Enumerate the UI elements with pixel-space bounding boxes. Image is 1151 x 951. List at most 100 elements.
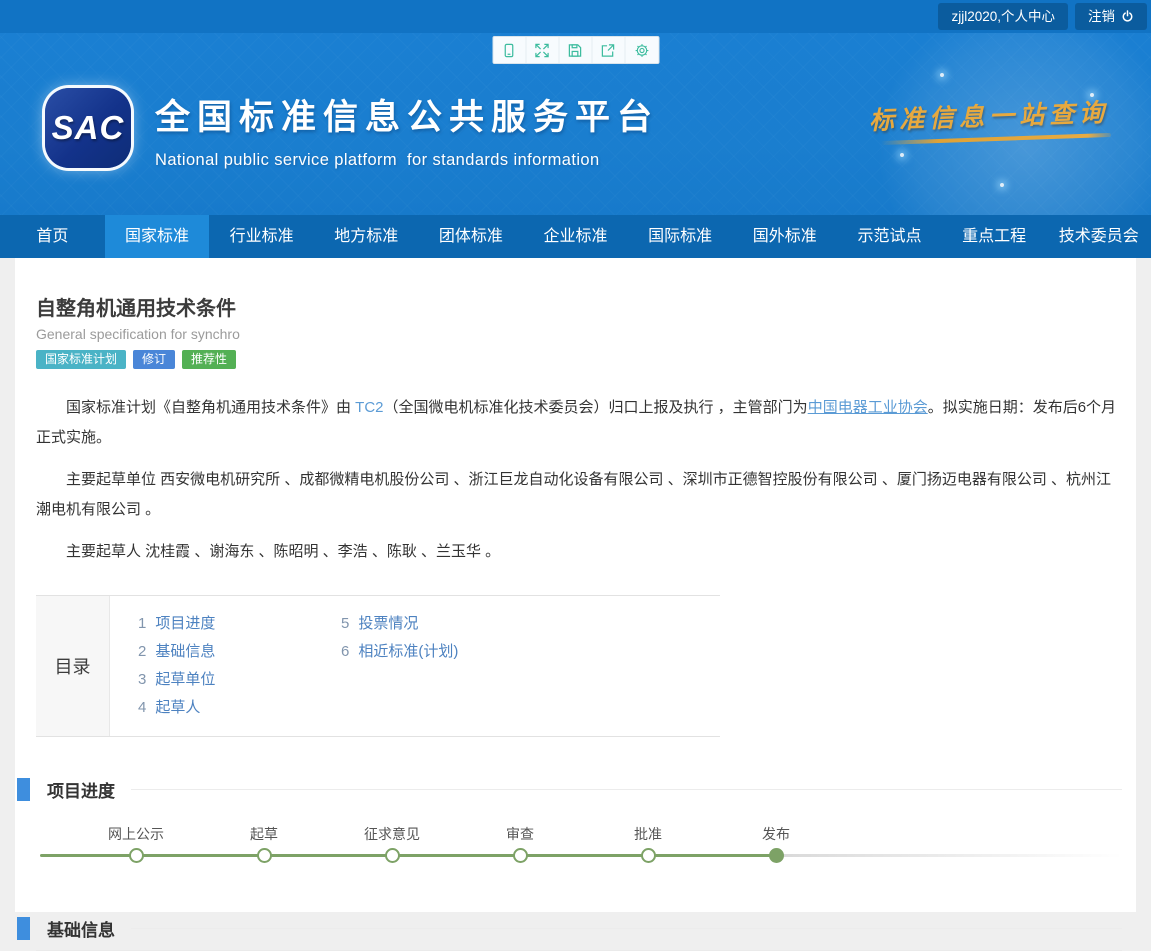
badge-revision: 修订 (133, 350, 175, 369)
share-icon[interactable] (592, 37, 625, 63)
toc: 目录 1 项目进度 2 基础信息 3 起草单位 4 起草人 5 投票情况 6 相近标准(计划… (36, 595, 720, 737)
nav-item-home[interactable]: 首页 (0, 215, 105, 258)
main-nav: 首页 国家标准 行业标准 地方标准 团体标准 企业标准 国际标准 国外标准 示范… (0, 215, 1151, 258)
nav-item-enterprise-standards[interactable]: 企业标准 (523, 215, 628, 258)
badge-row: 国家标准计划 修订 推荐性 (36, 350, 1122, 369)
topbar: zjjl2020,个人中心 注销 (0, 0, 1151, 33)
header-toolbar (492, 36, 659, 64)
toc-link-label: 相近标准(计划) (358, 643, 458, 660)
toc-num: 5 (341, 615, 349, 632)
user-menu-label: zjjl2020,个人中心 (951, 3, 1055, 30)
step-dot (641, 848, 656, 863)
nav-item-technical-committees[interactable]: 技术委员会 (1046, 215, 1151, 258)
settings-icon[interactable] (625, 37, 658, 63)
nav-item-group-standards[interactable]: 团体标准 (419, 215, 524, 258)
progress-timeline: 网上公示 起草 征求意见 审查 批准 发布 (36, 824, 1122, 872)
toc-link-label: 项目进度 (155, 615, 215, 632)
section-title-progress: 项目进度 (47, 777, 115, 802)
intro-text-pre: 国家标准计划《自整角机通用技术条件》由 (66, 399, 355, 416)
sac-logo: SAC (45, 88, 131, 168)
nav-item-national-standards[interactable]: 国家标准 (105, 215, 210, 258)
intro-text-mid: （全国微电机标准化技术委员会）归口上报及执行 ，主管部门为 (384, 399, 808, 416)
drafters-paragraph: 主要起草人 沈桂霞 、谢海东 、陈昭明 、李浩 、陈耿 、兰玉华 。 (36, 537, 1122, 567)
intro-paragraphs: 国家标准计划《自整角机通用技术条件》由 TC2（全国微电机标准化技术委员会）归口… (36, 393, 1122, 567)
toc-column-1: 1 项目进度 2 基础信息 3 起草单位 4 起草人 (138, 610, 341, 722)
toc-item-basic-info: 2 基础信息 (138, 638, 341, 666)
step-label: 批准 (634, 824, 662, 844)
brand-text: 全国标准信息公共服务平台 National public service pla… (155, 89, 659, 170)
timeline-step-announcement: 网上公示 (108, 824, 164, 863)
toc-link-label: 基础信息 (155, 643, 215, 660)
step-dot (129, 848, 144, 863)
nav-item-international-standards[interactable]: 国际标准 (628, 215, 733, 258)
section-rule (131, 928, 1122, 929)
step-dot (385, 848, 400, 863)
tc2-link[interactable]: TC2 (355, 399, 383, 416)
toc-item-drafters: 4 起草人 (138, 694, 341, 722)
user-menu-button[interactable]: zjjl2020,个人中心 (938, 3, 1068, 30)
toc-num: 4 (138, 699, 146, 716)
toc-item-progress: 1 项目进度 (138, 610, 341, 638)
step-dot (513, 848, 528, 863)
content-card: 自整角机通用技术条件 General specification for syn… (15, 258, 1136, 912)
drafting-units-paragraph: 主要起草单位 西安微电机研究所 、成都微精电机股份公司 、浙江巨龙自动化设备有限… (36, 465, 1122, 525)
toc-item-similar-standards: 6 相近标准(计划) (341, 638, 458, 666)
timeline-step-review: 审查 (506, 824, 534, 863)
toc-link-label: 起草单位 (155, 671, 215, 688)
toc-item-voting: 5 投票情况 (341, 610, 458, 638)
toc-columns: 1 项目进度 2 基础信息 3 起草单位 4 起草人 5 投票情况 6 相近标准(计划) (110, 596, 720, 736)
sac-logo-text: SAC (52, 109, 125, 147)
toc-num: 1 (138, 615, 146, 632)
toc-item-drafting-units: 3 起草单位 (138, 666, 341, 694)
toc-column-2: 5 投票情况 6 相近标准(计划) (341, 610, 458, 722)
timeline-step-publication: 发布 (762, 824, 790, 863)
toc-link-progress[interactable]: 1 项目进度 (138, 615, 215, 632)
spark-decoration (940, 73, 944, 77)
timeline-line-remaining (778, 854, 1123, 857)
step-label: 审查 (506, 824, 534, 844)
step-dot (257, 848, 272, 863)
badge-recommended: 推荐性 (182, 350, 236, 369)
logout-label: 注销 (1088, 3, 1115, 30)
section-marker (17, 778, 30, 801)
nav-item-foreign-standards[interactable]: 国外标准 (732, 215, 837, 258)
page-subtitle-en: General specification for synchro (36, 326, 1122, 342)
nav-item-industry-standards[interactable]: 行业标准 (209, 215, 314, 258)
nav-item-local-standards[interactable]: 地方标准 (314, 215, 419, 258)
toc-num: 6 (341, 643, 349, 660)
toc-num: 2 (138, 643, 146, 660)
page-title: 自整角机通用技术条件 (36, 292, 1122, 321)
timeline-step-drafting: 起草 (250, 824, 278, 863)
toc-link-label: 起草人 (155, 699, 200, 716)
ministry-link[interactable]: 中国电器工业协会 (808, 399, 928, 416)
section-title-basic-info: 基础信息 (47, 916, 115, 941)
site-title: 全国标准信息公共服务平台 (155, 89, 659, 140)
toc-num: 3 (138, 671, 146, 688)
intro-paragraph: 国家标准计划《自整角机通用技术条件》由 TC2（全国微电机标准化技术委员会）归口… (36, 393, 1122, 453)
fullscreen-icon[interactable] (526, 37, 559, 63)
badge-plan-type: 国家标准计划 (36, 350, 126, 369)
toc-link-voting[interactable]: 5 投票情况 (341, 615, 418, 632)
power-icon (1121, 10, 1134, 23)
toc-label: 目录 (36, 596, 110, 736)
section-header-progress: 项目进度 (36, 777, 1122, 802)
toc-link-drafting-units[interactable]: 3 起草单位 (138, 671, 215, 688)
step-label: 起草 (250, 824, 278, 844)
site-subtitle: National public service platform for sta… (155, 151, 659, 170)
mobile-icon[interactable] (493, 37, 526, 63)
toc-link-label: 投票情况 (358, 615, 418, 632)
step-label: 网上公示 (108, 824, 164, 844)
toc-link-drafters[interactable]: 4 起草人 (138, 699, 200, 716)
section-marker (17, 917, 30, 940)
nav-item-key-projects[interactable]: 重点工程 (942, 215, 1047, 258)
toc-link-basic-info[interactable]: 2 基础信息 (138, 643, 215, 660)
nav-item-pilot-demos[interactable]: 示范试点 (837, 215, 942, 258)
spark-decoration (900, 153, 904, 157)
step-dot (769, 848, 784, 863)
spark-decoration (1000, 183, 1004, 187)
save-icon[interactable] (559, 37, 592, 63)
section-header-basic-info: 基础信息 (36, 916, 1122, 941)
logout-button[interactable]: 注销 (1075, 3, 1147, 30)
step-label: 征求意见 (364, 824, 420, 844)
toc-link-similar-standards[interactable]: 6 相近标准(计划) (341, 643, 458, 660)
